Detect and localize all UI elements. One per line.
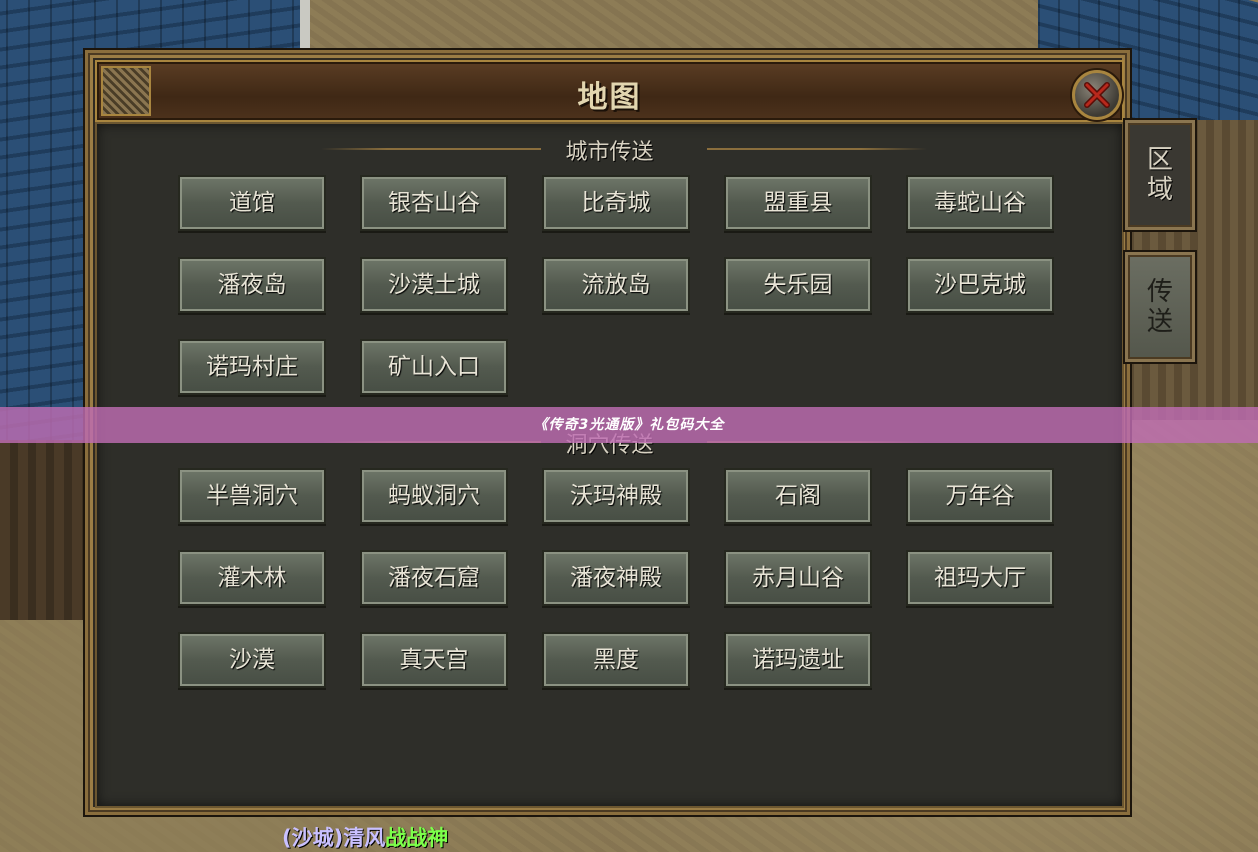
tab-teleport-label-2: 送	[1146, 307, 1173, 337]
promo-banner: 《传奇3光通版》礼包码大全	[0, 407, 1258, 443]
teleport-button[interactable]: 诺玛遗址	[724, 632, 872, 688]
heading-ornament-right	[707, 148, 927, 150]
teleport-button[interactable]: 潘夜石窟	[360, 550, 508, 606]
title-bar: 地图	[95, 60, 1124, 122]
city-heading-text: 城市传送	[565, 140, 654, 165]
tab-region-label-2: 域	[1146, 175, 1173, 205]
teleport-button[interactable]: 盟重县	[724, 175, 872, 231]
teleport-button[interactable]: 石阁	[724, 468, 872, 524]
close-x-icon	[1084, 82, 1110, 108]
window-title: 地图	[577, 80, 642, 115]
close-button[interactable]	[1072, 70, 1122, 120]
teleport-button[interactable]: 道馆	[178, 175, 326, 231]
teleport-button[interactable]: 沙巴克城	[906, 257, 1054, 313]
teleport-panel: 城市传送 道馆 银杏山谷 比奇城 盟重县 毒蛇山谷潘夜岛 沙漠土城 流放岛 失乐园 沙巴克城诺玛…	[95, 122, 1124, 808]
teleport-button[interactable]: 沃玛神殿	[542, 468, 690, 524]
wooden-wall-left	[0, 440, 90, 620]
teleport-button[interactable]: 流放岛	[542, 257, 690, 313]
tab-region-label-1: 区	[1146, 145, 1173, 175]
teleport-button[interactable]: 祖玛大厅	[906, 550, 1054, 606]
teleport-button[interactable]: 潘夜岛	[178, 257, 326, 313]
teleport-button[interactable]: 蚂蚁洞穴	[360, 468, 508, 524]
tab-region[interactable]: 区 域	[1125, 120, 1195, 230]
teleport-button[interactable]: 沙漠土城	[360, 257, 508, 313]
player-title: 战战神	[385, 826, 449, 850]
teleport-button[interactable]: 黑度	[542, 632, 690, 688]
teleport-button[interactable]: 失乐园	[724, 257, 872, 313]
heading-ornament-left	[321, 148, 541, 150]
tab-teleport[interactable]: 传 送	[1125, 252, 1195, 362]
teleport-button[interactable]: 灌木林	[178, 550, 326, 606]
teleport-button[interactable]: 潘夜神殿	[542, 550, 690, 606]
teleport-button[interactable]: 比奇城	[542, 175, 690, 231]
teleport-button[interactable]: 银杏山谷	[360, 175, 508, 231]
city-section-heading: 城市传送	[97, 134, 1122, 166]
teleport-button[interactable]: 半兽洞穴	[178, 468, 326, 524]
teleport-button[interactable]: 诺玛村庄	[178, 339, 326, 395]
player-guild: (沙城)清风	[282, 826, 386, 850]
teleport-button[interactable]: 矿山入口	[360, 339, 508, 395]
teleport-button[interactable]: 赤月山谷	[724, 550, 872, 606]
teleport-button[interactable]: 毒蛇山谷	[906, 175, 1054, 231]
teleport-button[interactable]: 真天宫	[360, 632, 508, 688]
teleport-button[interactable]: 万年谷	[906, 468, 1054, 524]
player-nameplate: (沙城)清风战战神	[282, 822, 448, 852]
teleport-button[interactable]: 沙漠	[178, 632, 326, 688]
tab-teleport-label-1: 传	[1146, 277, 1173, 307]
